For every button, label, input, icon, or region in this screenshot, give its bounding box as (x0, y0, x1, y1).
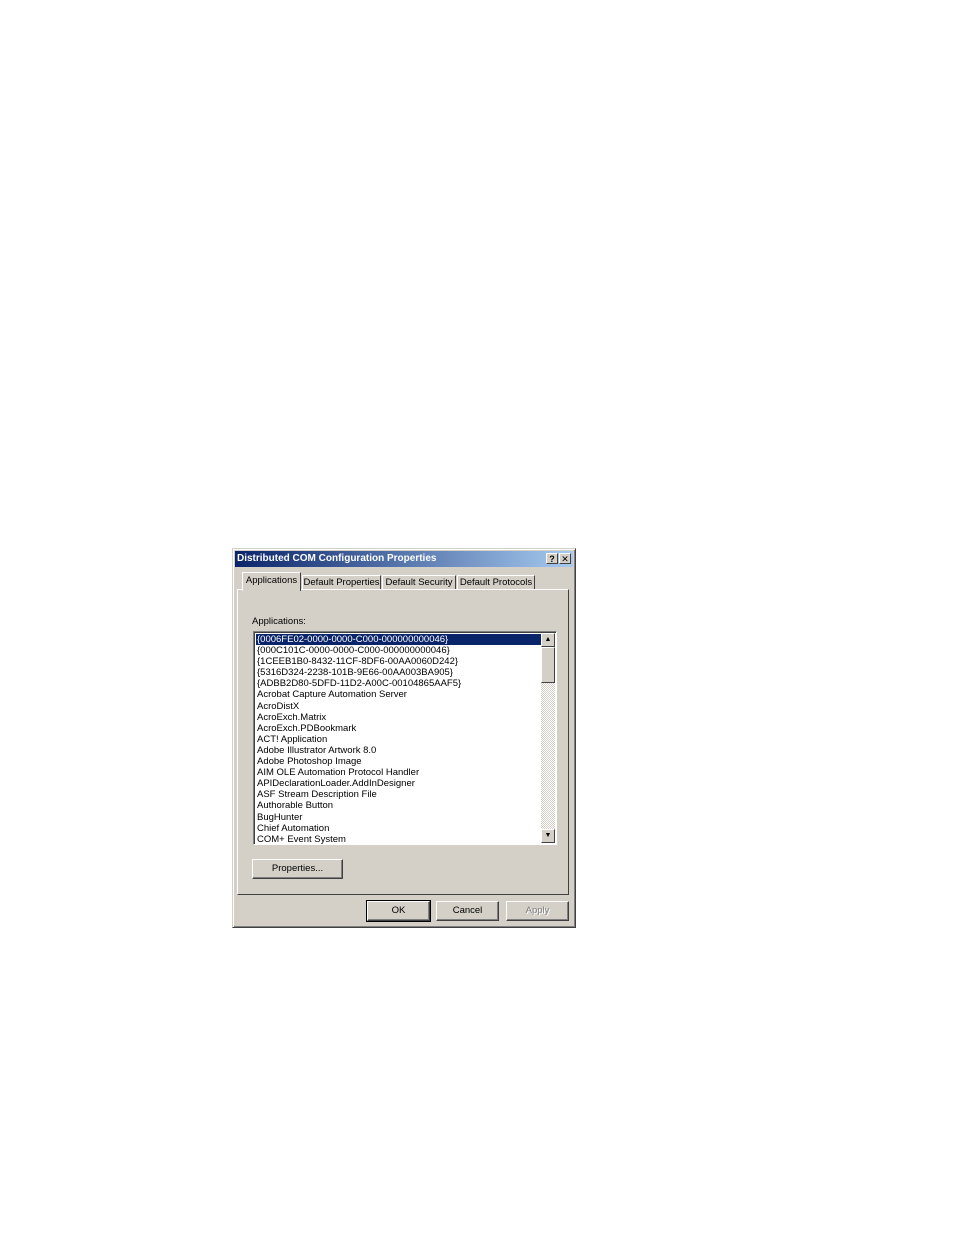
close-button[interactable]: ✕ (559, 553, 571, 564)
list-item[interactable]: Acrobat Capture Automation Server (256, 689, 542, 700)
list-item[interactable]: AcroExch.PDBookmark (256, 723, 542, 734)
applications-list: {0006FE02-0000-0000-C000-000000000046} {0… (256, 634, 542, 845)
tab-default-properties[interactable]: Default Properties (302, 575, 381, 590)
list-item[interactable]: APIDeclarationLoader.AddInDesigner (256, 778, 542, 789)
properties-button[interactable]: Properties... (252, 859, 343, 879)
applications-listbox[interactable]: {0006FE02-0000-0000-C000-000000000046} {0… (253, 631, 557, 845)
list-item[interactable]: ASF Stream Description File (256, 789, 542, 800)
applications-label: Applications: (252, 616, 306, 627)
list-item[interactable]: {0006FE02-0000-0000-C000-000000000046} (256, 634, 542, 646)
cancel-button[interactable]: Cancel (436, 901, 499, 921)
window-title: Distributed COM Configuration Properties (237, 553, 437, 564)
tab-default-security[interactable]: Default Security (382, 575, 456, 590)
scroll-thumb[interactable] (541, 647, 555, 683)
scroll-up-icon[interactable]: ▲ (541, 633, 555, 647)
list-item[interactable]: Authorable Button (256, 800, 542, 811)
title-bar[interactable]: Distributed COM Configuration Properties… (235, 551, 573, 567)
ok-button[interactable]: OK (366, 900, 431, 922)
scroll-down-icon[interactable]: ▼ (541, 829, 555, 843)
list-item[interactable]: Adobe Illustrator Artwork 8.0 (256, 745, 542, 756)
apply-button: Apply (506, 901, 569, 921)
list-item[interactable]: {1CEEB1B0-8432-11CF-8DF6-00AA0060D242} (256, 656, 542, 667)
dcom-config-dialog: Distributed COM Configuration Properties… (232, 548, 576, 928)
list-item[interactable]: AcroExch.Matrix (256, 712, 542, 723)
list-item[interactable]: Chief Automation (256, 823, 542, 834)
list-item[interactable]: AcroDistX (256, 701, 542, 712)
list-item[interactable]: AIM OLE Automation Protocol Handler (256, 767, 542, 778)
list-item[interactable]: ACT! Application (256, 734, 542, 745)
list-item[interactable]: COM+ Event System (256, 834, 542, 845)
list-item[interactable]: Adobe Photoshop Image (256, 756, 542, 767)
list-item[interactable]: BugHunter (256, 812, 542, 823)
list-item[interactable]: {ADBB2D80-5DFD-11D2-A00C-00104865AAF5} (256, 678, 542, 689)
tab-default-protocols[interactable]: Default Protocols (457, 575, 535, 590)
tab-applications[interactable]: Applications (242, 572, 301, 591)
list-item[interactable]: {5316D324-2238-101B-9E66-00AA003BA905} (256, 667, 542, 678)
vertical-scrollbar[interactable]: ▲ ▼ (541, 633, 555, 843)
help-button[interactable]: ? (546, 553, 558, 564)
list-item[interactable]: {000C101C-0000-0000-C000-000000000046} (256, 645, 542, 656)
